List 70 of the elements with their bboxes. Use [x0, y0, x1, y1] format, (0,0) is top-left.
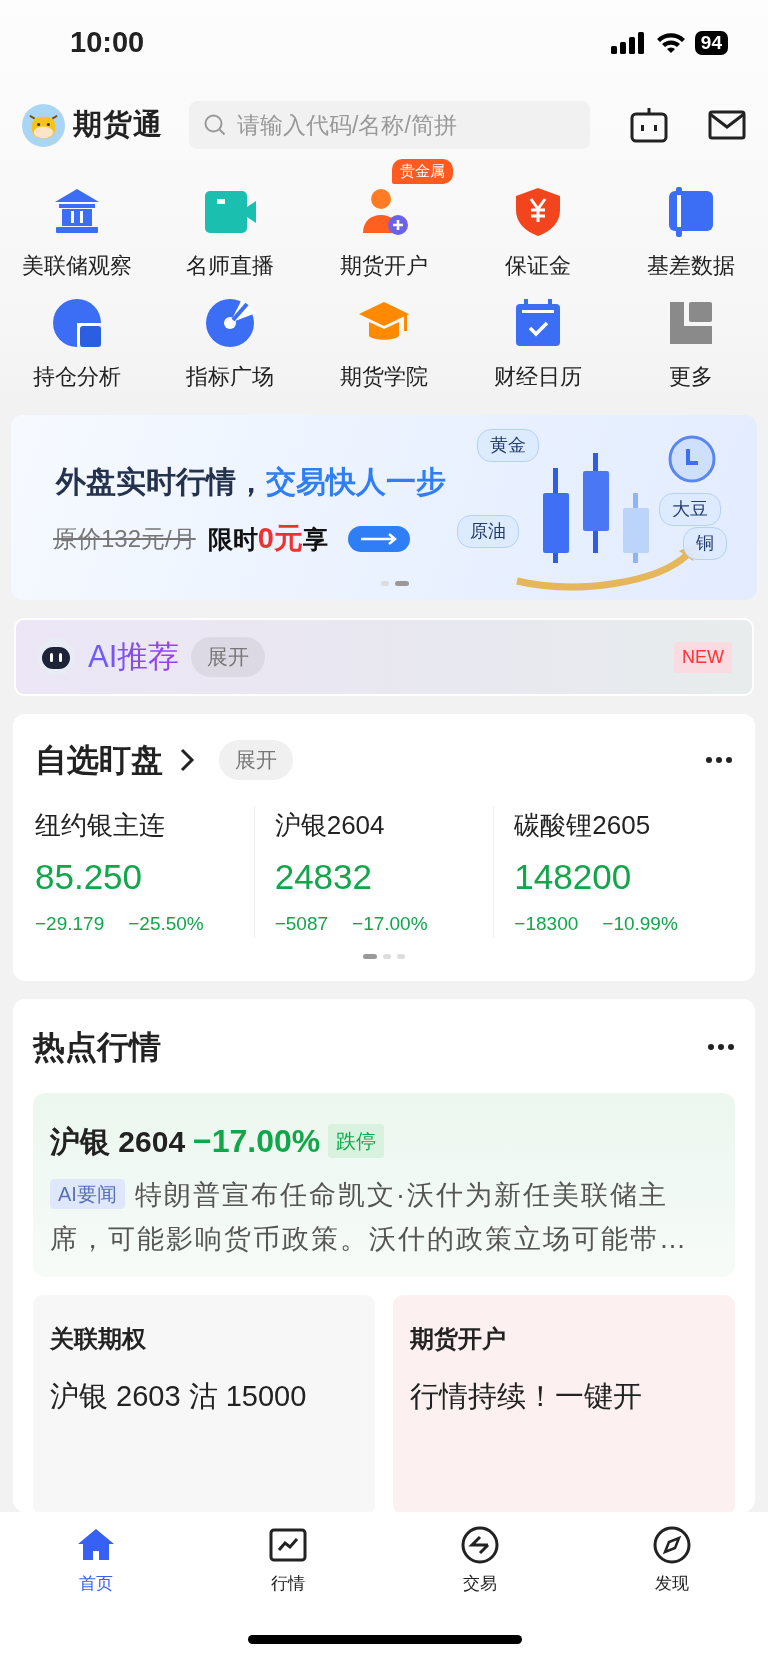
gauge-icon[interactable]: [203, 296, 258, 350]
shortcut-label[interactable]: 指标广场: [186, 360, 275, 393]
original-price: 原价132元/月: [53, 523, 196, 554]
card-title: 期货开户: [410, 1324, 507, 1354]
quote-price: 24832: [274, 856, 373, 898]
arrow-icon: [358, 531, 399, 546]
quote-price: 148200: [514, 856, 633, 898]
quote-price: 85.250: [35, 856, 144, 898]
shortcut-label[interactable]: 期货学院: [340, 360, 428, 393]
card-title: 关联期权: [50, 1324, 147, 1354]
price-change: −29.179: [35, 911, 105, 936]
quote-name: 沪银 2604: [50, 1123, 186, 1160]
shortcut-label[interactable]: 基差数据: [647, 249, 736, 282]
candle-drawing: [623, 493, 649, 563]
section-title: 热点行情: [33, 1028, 161, 1067]
section-title[interactable]: 自选盯盘: [35, 736, 163, 784]
news-summary: $^{AI要闻}$ 特朗普宣布任命凯文·沃什为新任美联储主席，可能影响货币政策。沃什的政策立场可能带…: [50, 1178, 689, 1256]
chevron-right-icon[interactable]: [179, 747, 195, 773]
robot-icon[interactable]: [630, 106, 668, 144]
expand-button[interactable]: 展开: [219, 740, 293, 780]
nav-tab[interactable]: 交易: [384, 1524, 576, 1598]
promo-banner[interactable]: 外盘实时行情，交易快人一步 原价132元/月 限时0元享 黄金 原油 大豆 铜: [11, 415, 757, 600]
quote-name[interactable]: 沪银2604: [274, 806, 494, 845]
app-name: 期货通: [73, 107, 163, 143]
shortcut-label[interactable]: 美联储观察: [21, 249, 132, 282]
battery-level: 94: [694, 30, 728, 55]
card-text: 行情持续！一键开: [410, 1379, 643, 1414]
price-change: −5087: [274, 911, 329, 936]
shortcut-label[interactable]: 保证金: [504, 249, 571, 282]
signal-icon: [610, 30, 647, 55]
percent-change: −17.00%: [193, 1122, 321, 1161]
nav-tab[interactable]: 首页: [0, 1524, 192, 1598]
go-button[interactable]: [347, 525, 410, 552]
nav-tab[interactable]: 发现: [576, 1524, 768, 1598]
banner-headline: 外盘实时行情，交易快人一步: [56, 464, 446, 500]
cow-logo-icon: [22, 103, 65, 147]
featured-quote-card[interactable]: 沪银 2604 −17.00% 跌停 $^{AI要闻}$ 特朗普宣布任命凯文·沃什为新任美联储主席，可能影响货币政策。沃什的政策立场可能带…: [33, 1093, 735, 1277]
promo-card[interactable]: 期货开户 行情持续！一键开: [393, 1295, 735, 1512]
more-icon[interactable]: [705, 756, 733, 764]
commodity-tag: 原油: [457, 515, 519, 548]
robot-face-icon: [36, 637, 76, 677]
commodity-tag: 黄金: [477, 429, 539, 462]
clock-icon: [668, 435, 716, 483]
shortcut-label[interactable]: 期货开户: [340, 249, 428, 282]
shortcut-label[interactable]: 名师直播: [186, 249, 275, 282]
quote-name[interactable]: 碳酸锂2605: [514, 806, 733, 845]
commodity-tag: 铜: [683, 527, 727, 560]
more-icon[interactable]: [707, 1043, 735, 1051]
percent-change: −25.50%: [128, 911, 204, 936]
category-badge: 贵金属: [392, 159, 453, 184]
price-change: −18300: [514, 911, 579, 936]
promo-card[interactable]: 关联期权 沪银 2603 沽 15000: [33, 1295, 375, 1512]
compass-icon: [652, 1525, 692, 1565]
limit-down-tag: 跌停: [328, 1124, 385, 1158]
mail-icon[interactable]: [708, 110, 746, 140]
shortcut-label[interactable]: 持仓分析: [32, 360, 121, 393]
quote-name[interactable]: 纽约银主连: [35, 806, 254, 845]
exchange-icon: [460, 1525, 500, 1565]
nav-tab[interactable]: 行情: [192, 1524, 384, 1598]
clock-time: 10:00: [70, 24, 145, 60]
percent-change: −10.99%: [602, 911, 678, 936]
search-field[interactable]: 请输入代码/名称/简拼: [189, 101, 590, 149]
shortcut-label[interactable]: 更多: [669, 360, 714, 393]
new-badge: NEW: [674, 641, 732, 673]
card-text: 沪银 2603 沽 15000: [50, 1379, 308, 1414]
offer-text: 限时0元享: [207, 521, 328, 556]
percent-change: −17.00%: [352, 911, 428, 936]
commodity-tag: 大豆: [659, 493, 721, 526]
search-icon: [203, 113, 227, 137]
shortcut-label[interactable]: 财经日历: [493, 360, 582, 393]
